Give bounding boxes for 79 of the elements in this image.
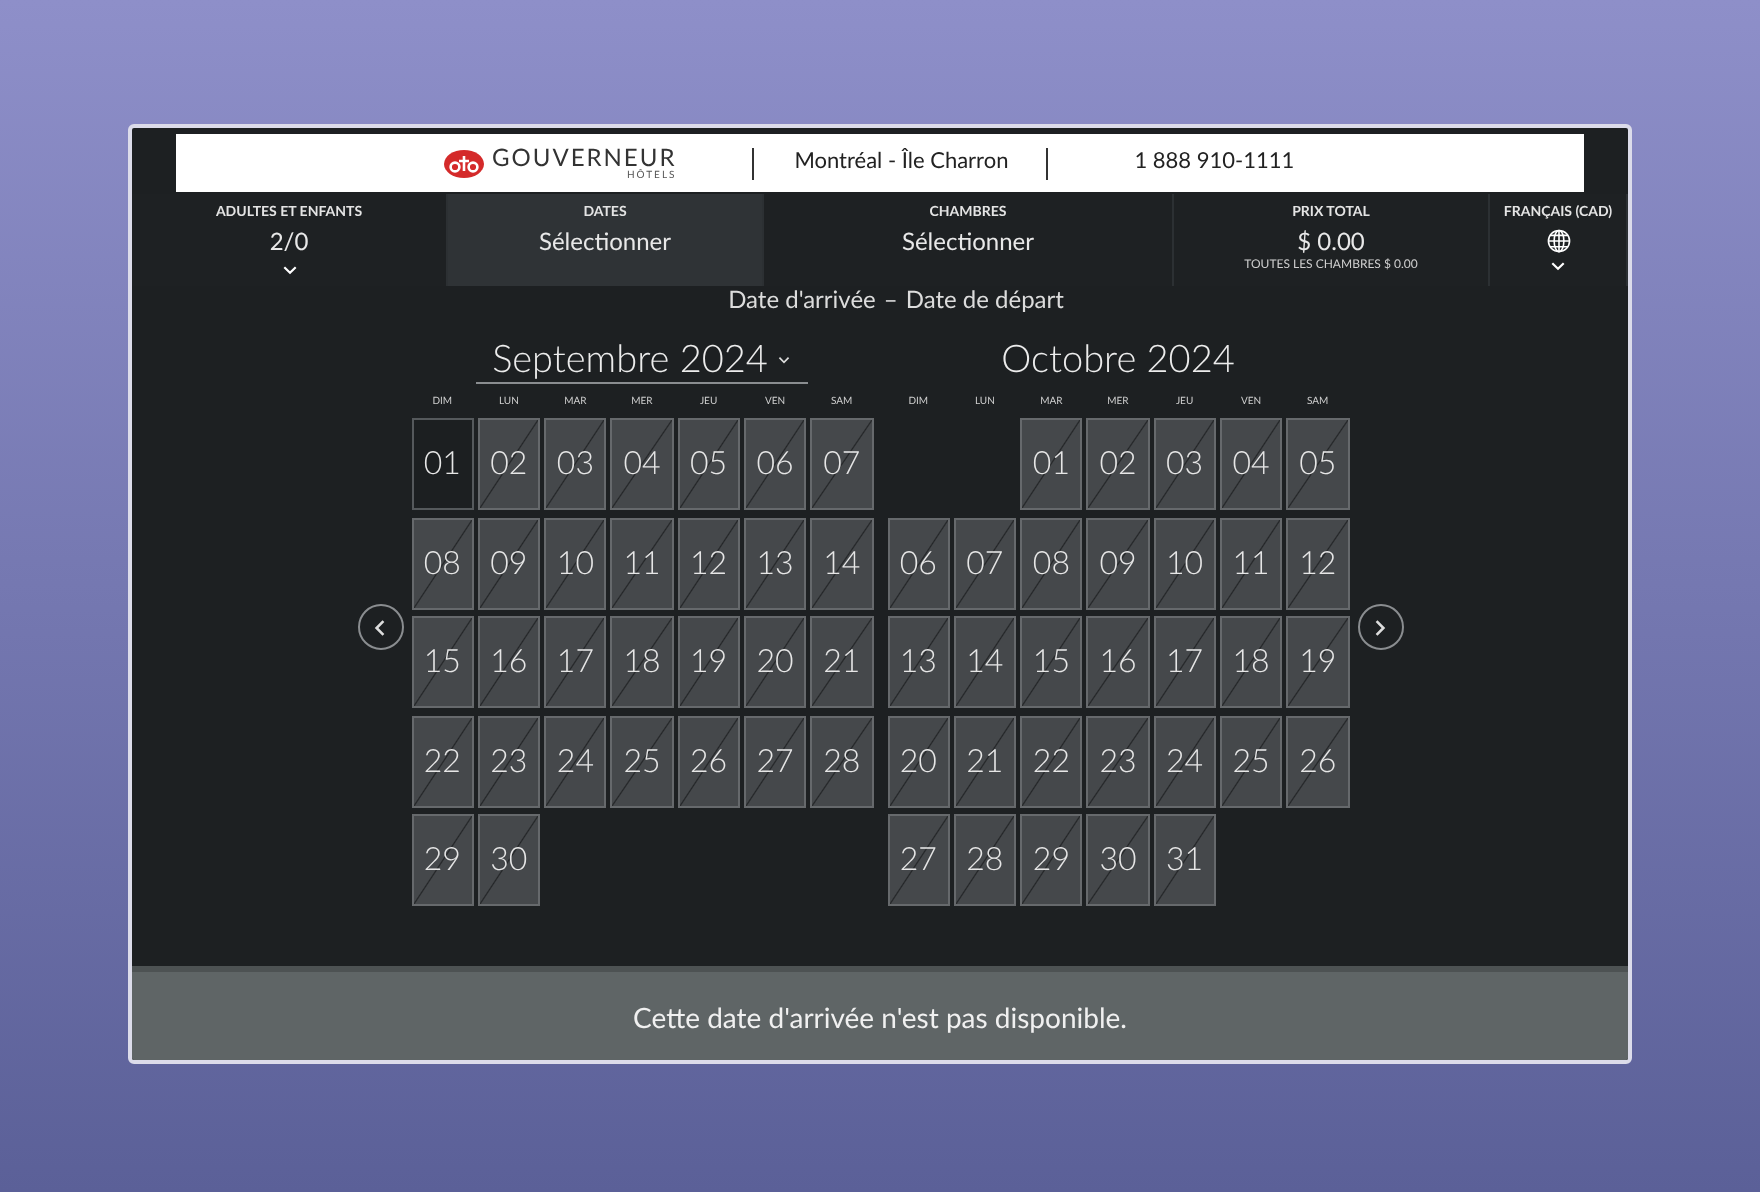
- day-cell[interactable]: 06: [743, 418, 807, 510]
- day-cell[interactable]: 03: [1153, 418, 1216, 510]
- day-cell[interactable]: 25: [610, 715, 674, 807]
- day-cell[interactable]: 02: [1086, 418, 1150, 510]
- day-cell[interactable]: 04: [1219, 418, 1283, 510]
- availability-message: Cette date d'arrivée n'est pas disponible.: [633, 997, 1127, 1037]
- day-cell[interactable]: 21: [810, 616, 873, 708]
- day-cell[interactable]: 08: [1020, 517, 1083, 609]
- day-cell[interactable]: 17: [544, 616, 607, 708]
- month-name: Septembre 2024: [492, 337, 768, 381]
- day-cell[interactable]: 04: [610, 418, 674, 510]
- day-cell[interactable]: 11: [610, 517, 674, 609]
- day-cell[interactable]: 09: [477, 517, 541, 609]
- day-cell[interactable]: 24: [544, 715, 607, 807]
- day-cell[interactable]: 19: [1286, 616, 1349, 708]
- nav-value: 2/0: [269, 224, 309, 258]
- hotel-location: Montréal - Île Charron: [794, 146, 1009, 179]
- day-cell[interactable]: 12: [677, 517, 740, 609]
- day-cell[interactable]: 01: [411, 418, 474, 510]
- nav-value: Sélectionner: [901, 224, 1034, 258]
- day-cell[interactable]: 30: [1086, 814, 1150, 906]
- day-cell[interactable]: 13: [743, 517, 807, 609]
- day-cell[interactable]: 07: [953, 517, 1017, 609]
- range-separator: –: [883, 286, 898, 312]
- day-cell[interactable]: 11: [1219, 517, 1283, 609]
- day-cell[interactable]: 12: [1286, 517, 1349, 609]
- day-cell[interactable]: 27: [743, 715, 807, 807]
- day-cell[interactable]: 15: [1020, 616, 1083, 708]
- day-cell[interactable]: 16: [477, 616, 541, 708]
- day-cell[interactable]: 09: [1086, 517, 1150, 609]
- month-dropdown[interactable]: Septembre 2024: [476, 336, 808, 384]
- day-cell[interactable]: 07: [810, 418, 873, 510]
- day-cell[interactable]: 17: [1153, 616, 1216, 708]
- day-cell[interactable]: 18: [1219, 616, 1283, 708]
- day-cell[interactable]: 22: [411, 715, 474, 807]
- day-cell[interactable]: 02: [477, 418, 541, 510]
- logo-icon: [444, 149, 484, 177]
- day-cell[interactable]: 16: [1086, 616, 1150, 708]
- previous-month-button[interactable]: [357, 604, 403, 650]
- day-cell[interactable]: 26: [1286, 715, 1349, 807]
- nav-value: $ 0.00: [1297, 224, 1365, 258]
- day-cell[interactable]: 15: [411, 616, 474, 708]
- month-name: Octobre 2024: [1001, 338, 1235, 382]
- day-cell[interactable]: 24: [1153, 715, 1216, 807]
- phone-number: 1 888 910-1111: [1134, 146, 1295, 179]
- day-cell[interactable]: 13: [887, 616, 950, 708]
- day-cell[interactable]: 28: [810, 715, 873, 807]
- day-cell[interactable]: 23: [477, 715, 541, 807]
- day-cell[interactable]: 06: [887, 517, 950, 609]
- day-cell[interactable]: 22: [1020, 715, 1083, 807]
- day-cell[interactable]: 28: [953, 814, 1017, 906]
- day-cell[interactable]: 20: [887, 715, 950, 807]
- day-cell[interactable]: 14: [953, 616, 1017, 708]
- day-cell[interactable]: 14: [810, 517, 873, 609]
- departure-date-label: Date de départ: [905, 286, 1064, 312]
- day-cell[interactable]: 10: [544, 517, 607, 609]
- day-cell[interactable]: 05: [677, 418, 740, 510]
- day-cell[interactable]: 08: [411, 517, 474, 609]
- globe-icon: [1545, 228, 1571, 254]
- day-cell[interactable]: 26: [677, 715, 740, 807]
- day-cell[interactable]: 27: [887, 814, 950, 906]
- day-cell[interactable]: 20: [743, 616, 807, 708]
- brand-name: GOUVERNEUR: [492, 145, 677, 169]
- nav-value: Sélectionner: [538, 224, 671, 258]
- day-cell[interactable]: 25: [1219, 715, 1283, 807]
- day-cell[interactable]: 31: [1153, 814, 1216, 906]
- day-cell[interactable]: 29: [411, 814, 474, 906]
- next-month-button[interactable]: [1357, 604, 1403, 650]
- day-cell[interactable]: 05: [1286, 418, 1349, 510]
- day-cell[interactable]: 30: [477, 814, 541, 906]
- day-cell[interactable]: 10: [1153, 517, 1216, 609]
- day-cell[interactable]: 18: [610, 616, 674, 708]
- day-cell[interactable]: 03: [544, 418, 607, 510]
- day-cell[interactable]: 21: [953, 715, 1017, 807]
- day-cell[interactable]: 19: [677, 616, 740, 708]
- day-cell[interactable]: 01: [1020, 418, 1083, 510]
- day-cell[interactable]: 23: [1086, 715, 1150, 807]
- day-cell[interactable]: 29: [1020, 814, 1083, 906]
- arrival-date-label: Date d'arrivée: [728, 286, 876, 312]
